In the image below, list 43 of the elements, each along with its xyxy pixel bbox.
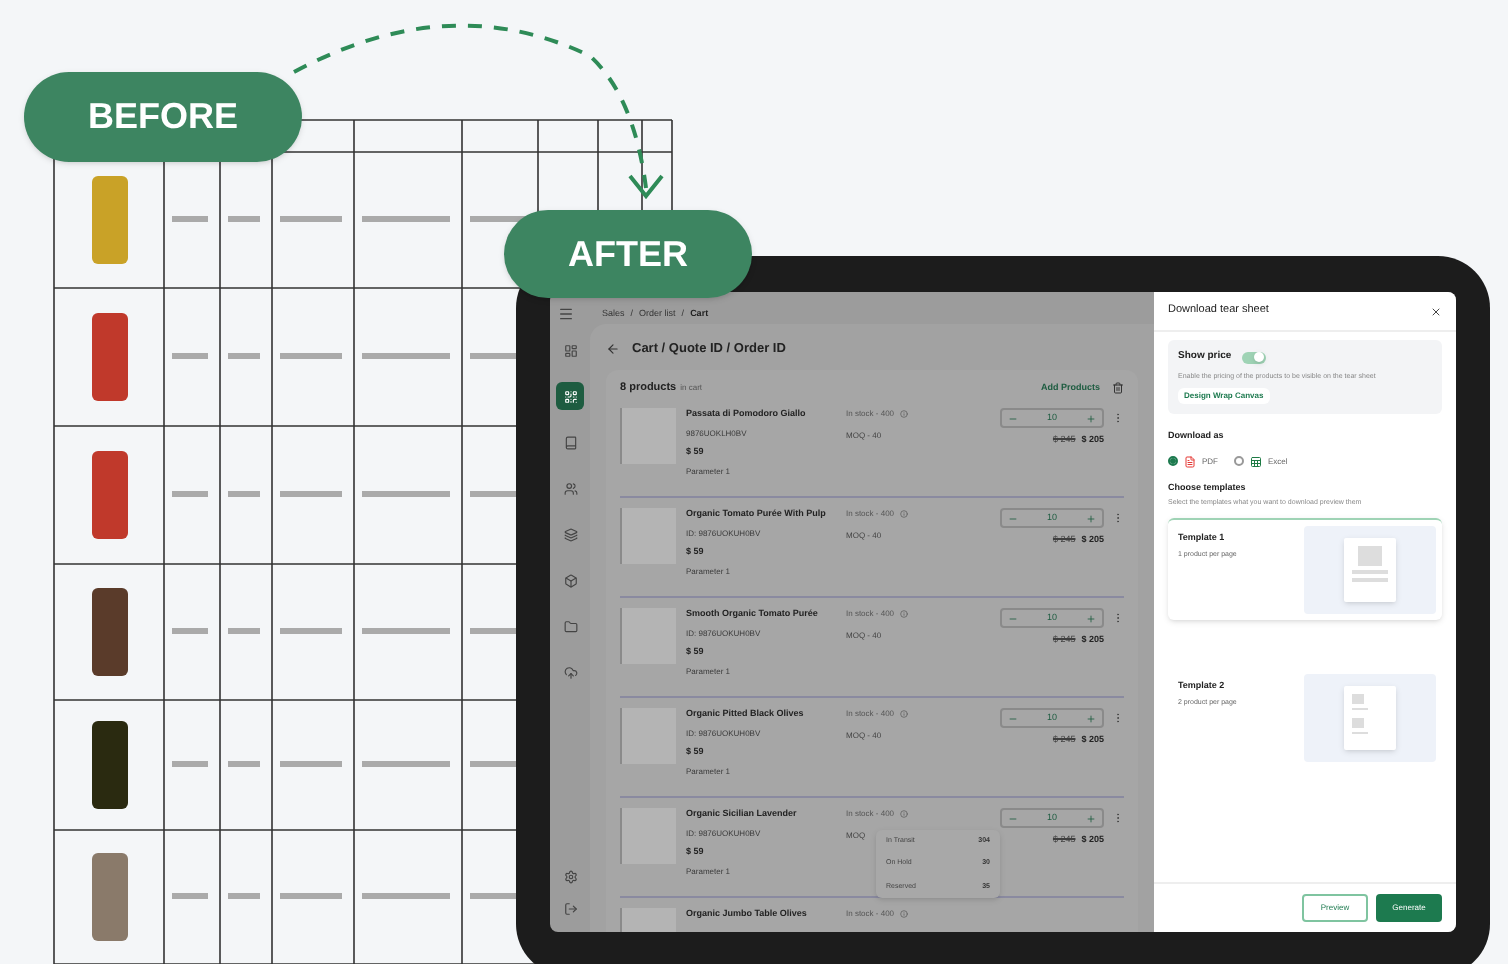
product-photo	[620, 708, 676, 764]
folder-icon	[563, 619, 577, 633]
product-photo	[620, 608, 676, 664]
info-icon[interactable]	[900, 610, 909, 618]
before-label: BEFORE	[24, 72, 302, 162]
template-preview	[1304, 673, 1436, 761]
plus-icon[interactable]	[1085, 613, 1096, 623]
spreadsheet-icon	[1250, 455, 1262, 467]
info-icon[interactable]	[900, 810, 909, 818]
back-icon[interactable]	[606, 342, 620, 357]
product-photo	[620, 808, 676, 864]
menu-icon[interactable]	[558, 306, 574, 322]
settings-icon[interactable]	[563, 870, 577, 884]
info-icon[interactable]	[900, 410, 909, 418]
show-price-toggle[interactable]	[1241, 351, 1266, 364]
product-photo	[620, 408, 676, 464]
dashboard-icon	[563, 343, 577, 357]
logout-icon[interactable]	[563, 902, 577, 916]
minus-icon[interactable]	[1008, 613, 1018, 623]
box-icon	[563, 573, 577, 587]
nav-item[interactable]	[556, 382, 584, 410]
product-photo	[620, 508, 676, 564]
minus-icon[interactable]	[1008, 813, 1018, 823]
minus-icon[interactable]	[1008, 513, 1018, 523]
info-icon[interactable]	[900, 910, 909, 918]
trash-icon[interactable]	[1112, 381, 1124, 394]
close-icon[interactable]	[1430, 305, 1442, 317]
file-icon	[1184, 455, 1196, 467]
grid-icon	[563, 389, 577, 403]
minus-icon[interactable]	[1008, 413, 1018, 423]
plus-icon[interactable]	[1085, 713, 1096, 723]
layers-icon	[563, 527, 577, 541]
plus-icon[interactable]	[1085, 513, 1096, 523]
info-icon[interactable]	[900, 710, 909, 718]
info-icon[interactable]	[900, 510, 909, 518]
book-icon	[563, 435, 577, 449]
cloud-upload-icon	[563, 665, 577, 679]
minus-icon[interactable]	[1008, 713, 1018, 723]
users-icon	[563, 481, 577, 495]
plus-icon[interactable]	[1085, 813, 1096, 823]
plus-icon[interactable]	[1085, 413, 1096, 423]
after-label: AFTER	[504, 210, 752, 298]
template-preview	[1304, 525, 1436, 613]
